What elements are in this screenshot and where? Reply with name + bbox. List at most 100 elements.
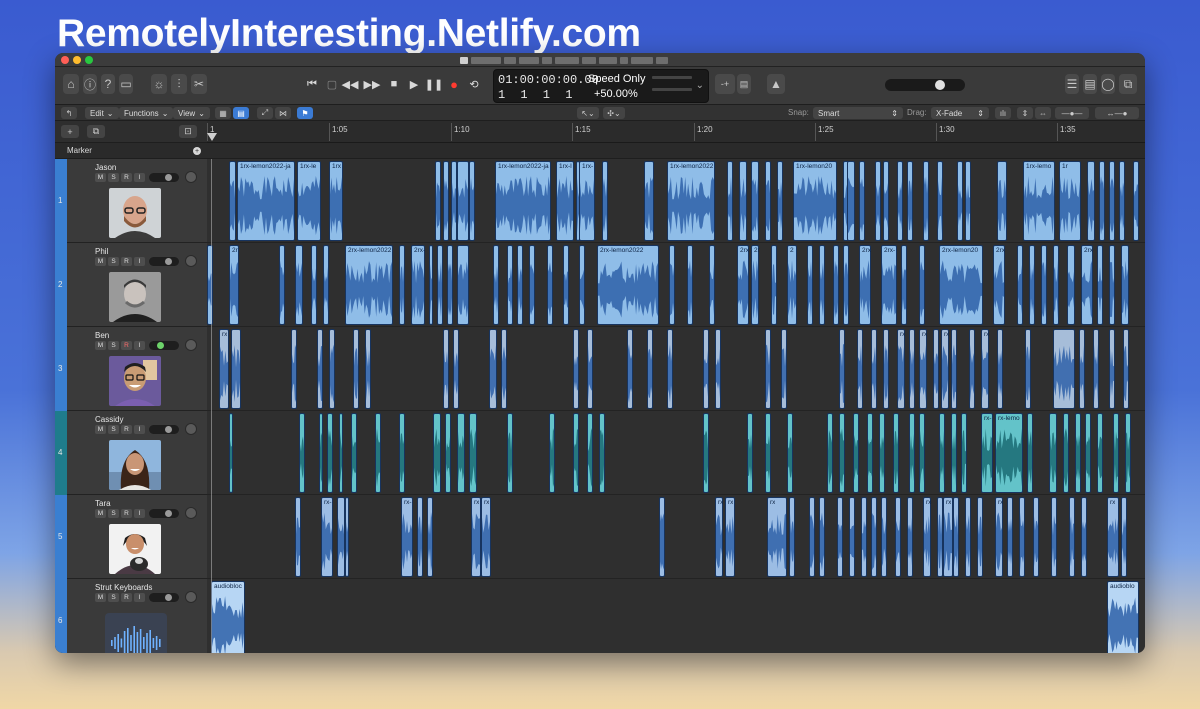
audio-region[interactable] [457, 245, 469, 325]
audio-region[interactable]: rx- [981, 413, 993, 493]
audio-region[interactable] [295, 497, 301, 577]
audio-region[interactable] [765, 161, 771, 241]
audio-region[interactable] [399, 245, 405, 325]
minimize-window-button[interactable] [73, 56, 81, 64]
playhead-handle[interactable] [207, 133, 217, 141]
record-enable-button[interactable]: R [121, 509, 132, 518]
audio-region[interactable] [547, 245, 553, 325]
toolbar-toggle-icon[interactable]: ▭ [119, 74, 133, 94]
record-icon[interactable]: ● [445, 75, 463, 93]
audio-region[interactable] [909, 329, 915, 409]
input-monitor-button[interactable]: I [134, 173, 145, 182]
audio-region[interactable]: rx-lemo [995, 413, 1023, 493]
audio-region[interactable] [299, 413, 305, 493]
audio-region[interactable] [644, 161, 654, 241]
info-icon[interactable]: ⓘ [83, 74, 97, 94]
audio-region[interactable] [709, 245, 715, 325]
track-name[interactable]: Phil [95, 247, 108, 256]
audio-region[interactable] [933, 329, 939, 409]
loop-browser-icon[interactable]: ◯ [1101, 74, 1115, 94]
audio-region[interactable]: 2r [751, 245, 760, 325]
audio-region[interactable]: 2rx- [881, 245, 897, 325]
master-volume-slider[interactable] [885, 79, 965, 91]
audio-region[interactable]: rx [897, 329, 905, 409]
zoom-window-button[interactable] [85, 56, 93, 64]
audio-region[interactable] [867, 413, 873, 493]
audio-region[interactable] [1123, 329, 1129, 409]
audio-region[interactable] [327, 413, 333, 493]
audio-region[interactable] [961, 413, 967, 493]
audio-region[interactable]: 2 [787, 245, 797, 325]
audio-region[interactable] [883, 161, 889, 241]
vertical-zoom-icon[interactable]: ⇕ [1017, 107, 1033, 119]
audio-region[interactable]: 1rx-lemon2022-ja [495, 161, 551, 241]
audio-region[interactable]: 1rx-lemon20 [793, 161, 837, 241]
audio-region[interactable] [1097, 413, 1103, 493]
audio-region[interactable] [951, 413, 957, 493]
pan-knob[interactable] [185, 255, 197, 267]
audio-region[interactable] [819, 245, 825, 325]
record-enable-button[interactable]: R [121, 257, 132, 266]
audio-region[interactable] [937, 161, 943, 241]
solo-button[interactable]: S [108, 257, 119, 266]
track-lane[interactable]: rx-rx-lemo [207, 411, 1145, 495]
audio-region[interactable] [919, 245, 925, 325]
audio-region[interactable] [573, 413, 579, 493]
audio-region[interactable]: rx [995, 497, 1003, 577]
mute-button[interactable]: M [95, 173, 106, 182]
pan-knob[interactable] [185, 339, 197, 351]
audio-region[interactable] [879, 413, 885, 493]
browsers-icon[interactable]: ⧉ [1119, 74, 1137, 94]
close-window-button[interactable] [61, 56, 69, 64]
audio-region[interactable] [923, 161, 929, 241]
audio-region[interactable] [365, 329, 371, 409]
audio-region[interactable] [1097, 245, 1103, 325]
audio-region[interactable] [747, 413, 753, 493]
audio-region[interactable] [229, 413, 233, 493]
audio-region[interactable]: rx [1107, 497, 1119, 577]
audio-region[interactable] [857, 329, 863, 409]
audio-region[interactable] [1075, 413, 1081, 493]
audio-region[interactable]: audioblo [1107, 581, 1139, 653]
record-enable-button[interactable]: R [121, 593, 132, 602]
audio-region[interactable] [789, 497, 795, 577]
smart-controls-icon[interactable]: ☼ [151, 74, 167, 94]
audio-region[interactable] [715, 329, 721, 409]
audio-region[interactable] [833, 245, 839, 325]
audio-region[interactable] [339, 413, 343, 493]
audio-region[interactable] [435, 161, 441, 241]
audio-region[interactable] [1109, 161, 1115, 241]
audio-region[interactable]: 1rx [329, 161, 343, 241]
audio-region[interactable] [1109, 329, 1115, 409]
audio-region[interactable] [443, 329, 449, 409]
vertical-zoom-slider[interactable]: —●— [1055, 107, 1089, 119]
audio-region[interactable]: 1rx-lemo [1023, 161, 1055, 241]
cycle-icon[interactable]: ▢ [323, 75, 341, 93]
audio-region[interactable] [1133, 161, 1139, 241]
audio-region[interactable] [1041, 245, 1047, 325]
audio-region[interactable] [353, 329, 359, 409]
audio-region[interactable] [1049, 413, 1057, 493]
back-arrow-icon[interactable]: ↰ [61, 107, 77, 119]
audio-region[interactable] [493, 245, 499, 325]
audio-region[interactable] [351, 413, 357, 493]
audio-region[interactable] [457, 161, 469, 241]
audio-region[interactable] [871, 497, 877, 577]
audio-region[interactable]: rx- [321, 497, 333, 577]
track-name[interactable]: Cassidy [95, 415, 123, 424]
audio-region[interactable] [1053, 245, 1059, 325]
audio-region[interactable] [1109, 245, 1115, 325]
audio-region[interactable] [765, 413, 771, 493]
pan-knob[interactable] [185, 591, 197, 603]
audio-region[interactable] [507, 413, 513, 493]
audio-region[interactable] [1085, 413, 1091, 493]
pointer-tool-icon[interactable]: ↖⌄ [577, 107, 599, 119]
audio-region[interactable] [311, 245, 317, 325]
audio-region[interactable]: rx [919, 329, 927, 409]
audio-region[interactable] [1053, 329, 1075, 409]
audio-region[interactable] [727, 161, 733, 241]
audio-region[interactable] [602, 161, 608, 241]
audio-region[interactable] [427, 497, 433, 577]
audio-region[interactable] [809, 497, 815, 577]
waveform-zoom-icon[interactable]: ılı [995, 107, 1011, 119]
